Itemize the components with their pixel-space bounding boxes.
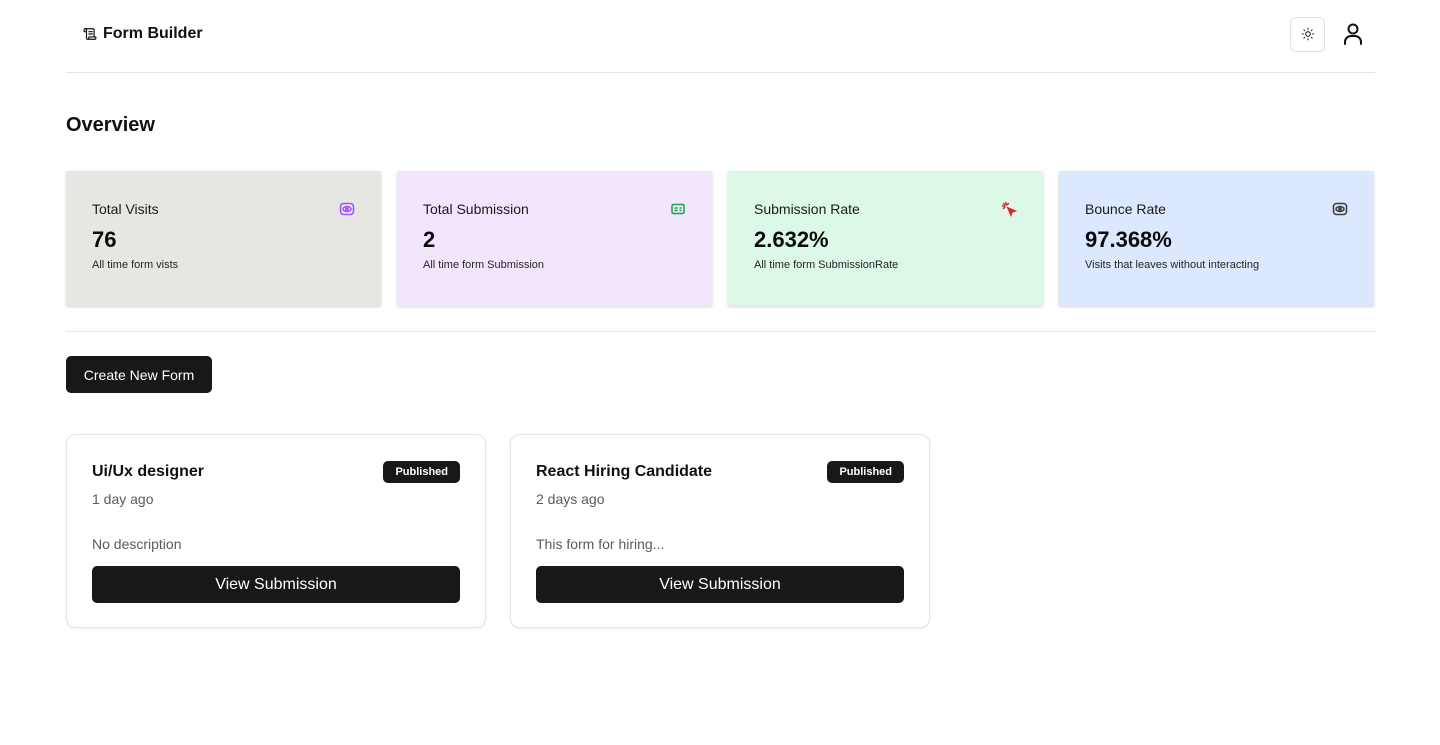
sun-icon	[1301, 27, 1315, 41]
stat-label: Submission Rate	[754, 201, 860, 217]
form-created-time: 1 day ago	[92, 491, 154, 507]
view-submission-button[interactable]: View Submission	[92, 566, 460, 603]
theme-toggle-button[interactable]	[1290, 16, 1325, 52]
header-actions	[1290, 16, 1365, 52]
user-icon	[1343, 23, 1363, 45]
stat-label: Total Submission	[423, 201, 529, 217]
stat-card-bounce-rate: Bounce Rate 97.368% Visits that leaves w…	[1059, 171, 1374, 306]
scroll-icon	[83, 27, 97, 41]
status-badge: Published	[383, 461, 460, 483]
status-badge: Published	[827, 461, 904, 483]
stat-value: 2	[423, 227, 436, 252]
brand[interactable]: Form Builder	[83, 25, 203, 43]
stat-value: 2.632%	[754, 227, 829, 252]
pointer-click-icon	[1001, 201, 1017, 217]
create-new-form-button[interactable]: Create New Form	[66, 356, 212, 393]
stat-helper-text: Visits that leaves without interacting	[1085, 259, 1260, 271]
stat-helper-text: All time form Submission	[423, 259, 545, 271]
form-created-time: 2 days ago	[536, 491, 605, 507]
overview-title: Overview	[66, 114, 155, 136]
app-title: Form Builder	[103, 25, 203, 42]
stat-helper-text: All time form SubmissionRate	[754, 259, 899, 271]
eye-icon	[339, 201, 355, 217]
stat-value: 76	[92, 227, 117, 252]
top-navbar: Form Builder	[66, 0, 1375, 73]
eye-icon	[1332, 201, 1348, 217]
form-title: React Hiring Candidate	[536, 463, 713, 480]
stat-helper-text: All time form vists	[92, 259, 179, 271]
stat-card-total-submission: Total Submission 2 All time form Submiss…	[397, 171, 712, 306]
stat-label: Total Visits	[92, 201, 159, 217]
form-description: This form for hiring...	[536, 536, 665, 552]
dashboard-page: Form Builder Overview Total Visits 76 Al…	[0, 0, 1440, 745]
form-card: Ui/Ux designer Published 1 day ago No de…	[66, 434, 486, 628]
forms-list: Ui/Ux designer Published 1 day ago No de…	[66, 434, 930, 628]
form-description: No description	[92, 536, 182, 552]
stat-value: 97.368%	[1085, 227, 1172, 252]
user-menu-button[interactable]	[1341, 22, 1365, 46]
section-divider	[66, 331, 1375, 332]
stat-label: Bounce Rate	[1085, 201, 1166, 217]
form-title: Ui/Ux designer	[92, 463, 205, 480]
id-card-icon	[670, 201, 686, 217]
stats-row: Total Visits 76 All time form vists Tota…	[66, 171, 1375, 306]
stat-card-total-visits: Total Visits 76 All time form vists	[66, 171, 381, 306]
form-card: React Hiring Candidate Published 2 days …	[510, 434, 930, 628]
stat-card-submission-rate: Submission Rate 2.632% All time form Sub…	[728, 171, 1043, 306]
view-submission-button[interactable]: View Submission	[536, 566, 904, 603]
